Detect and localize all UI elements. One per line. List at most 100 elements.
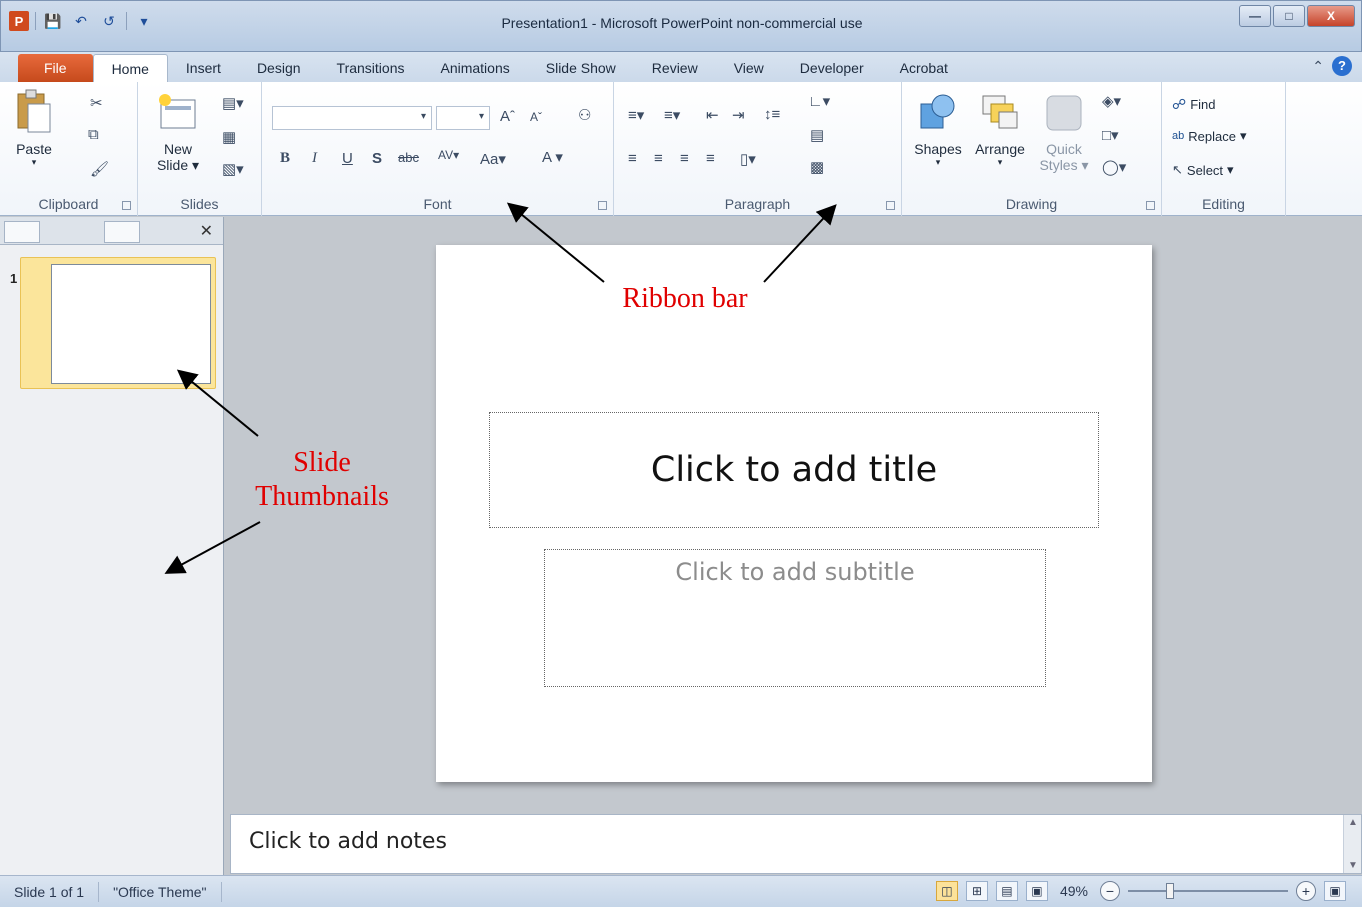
scroll-up-icon[interactable]: ▲ xyxy=(1348,817,1358,828)
slide-sorter-icon[interactable]: ⊞ xyxy=(965,881,988,901)
minimize-ribbon-icon[interactable]: ⌃ xyxy=(1312,58,1324,75)
font-group: ▾ ▾ Aˆ Aˇ ⚇ B I U S abc AV▾ Aa▾ A ▾ Font xyxy=(262,82,614,216)
tab-design[interactable]: Design xyxy=(239,54,319,82)
help-icon[interactable]: ? xyxy=(1332,56,1352,76)
line-spacing-icon[interactable]: ↕≡ xyxy=(764,106,780,123)
zoom-out-icon[interactable]: − xyxy=(1100,881,1120,901)
bullets-icon[interactable]: ≡▾ xyxy=(628,106,644,124)
cut-icon[interactable]: ✂ xyxy=(90,94,103,112)
font-color-icon[interactable]: A ▾ xyxy=(542,148,563,166)
binoculars-icon: ☍ xyxy=(1172,96,1187,112)
shape-fill-icon[interactable]: ◈▾ xyxy=(1102,92,1121,110)
scroll-down-icon[interactable]: ▼ xyxy=(1348,860,1358,871)
text-direction-icon[interactable]: ∟▾ xyxy=(808,92,830,110)
copy-icon[interactable]: ⧉ xyxy=(88,126,99,143)
underline-icon[interactable]: U xyxy=(342,150,353,167)
editing-group-label: Editing xyxy=(1202,196,1245,212)
columns-icon[interactable]: ▯▾ xyxy=(740,150,756,168)
shape-effects-icon[interactable]: ◯▾ xyxy=(1102,158,1126,176)
reading-view-icon[interactable]: ▤ xyxy=(995,881,1018,901)
decrease-indent-icon[interactable]: ⇤ xyxy=(706,106,719,124)
outline-tab[interactable] xyxy=(104,221,140,243)
notes-pane[interactable]: Click to add notes ▲ ▼ xyxy=(230,814,1362,874)
bold-icon[interactable]: B xyxy=(280,150,290,167)
grow-font-icon[interactable]: Aˆ xyxy=(500,108,515,125)
strikethrough-icon[interactable]: abc xyxy=(398,150,419,165)
tab-acrobat[interactable]: Acrobat xyxy=(882,54,966,82)
editing-group: ☍ Find ab Replace ▾ ↖ Select ▾ Editing xyxy=(1162,82,1286,216)
close-button[interactable]: X xyxy=(1307,5,1355,27)
cursor-icon: ↖ xyxy=(1172,162,1183,177)
font-dialog-launcher[interactable] xyxy=(598,201,607,210)
font-size-combobox[interactable]: ▾ xyxy=(436,106,490,130)
layout-icon[interactable]: ▤▾ xyxy=(222,94,244,112)
paste-button[interactable]: Paste ▾ xyxy=(10,88,58,168)
align-right-icon[interactable]: ≡ xyxy=(680,150,689,167)
italic-icon[interactable]: I xyxy=(312,150,317,167)
zoom-slider-handle[interactable] xyxy=(1166,883,1174,899)
shrink-font-icon[interactable]: Aˇ xyxy=(530,110,542,124)
arrange-button[interactable]: Arrange ▾ xyxy=(968,92,1032,168)
chevron-down-icon: ▾ xyxy=(420,111,426,122)
zoom-slider[interactable] xyxy=(1128,883,1288,899)
text-shadow-icon[interactable]: S xyxy=(372,150,382,167)
clipboard-group-label: Clipboard xyxy=(38,196,99,212)
tab-insert[interactable]: Insert xyxy=(168,54,239,82)
align-text-icon[interactable]: ▤ xyxy=(810,126,824,144)
status-bar: Slide 1 of 1 "Office Theme" ◫ ⊞ ▤ ▣ 49% … xyxy=(0,875,1362,907)
increase-indent-icon[interactable]: ⇥ xyxy=(732,106,745,124)
shapes-button[interactable]: Shapes ▾ xyxy=(908,92,968,168)
theme-name[interactable]: "Office Theme" xyxy=(99,881,222,902)
align-center-icon[interactable]: ≡ xyxy=(654,150,663,167)
select-button[interactable]: ↖ Select ▾ xyxy=(1172,162,1234,178)
maximize-button[interactable]: □ xyxy=(1273,5,1305,27)
zoom-level[interactable]: 49% xyxy=(1060,883,1088,899)
slide-canvas[interactable]: Click to add title Click to add subtitle xyxy=(436,245,1152,782)
new-slide-button[interactable]: New Slide ▾ xyxy=(148,92,208,174)
clear-formatting-icon[interactable]: ⚇ xyxy=(578,106,591,124)
view-and-zoom-controls: ◫ ⊞ ▤ ▣ 49% − + ▣ xyxy=(935,881,1346,901)
smartart-icon[interactable]: ▩ xyxy=(810,158,824,176)
slide-counter: Slide 1 of 1 xyxy=(0,881,100,902)
clipboard-dialog-launcher[interactable] xyxy=(122,201,131,210)
tab-review[interactable]: Review xyxy=(634,54,716,82)
slide-thumbnail[interactable] xyxy=(51,264,211,384)
numbering-icon[interactable]: ≡▾ xyxy=(664,106,680,124)
tab-slide-show[interactable]: Slide Show xyxy=(528,54,634,82)
title-bar: P 💾 ↶ ↺ ▾ Presentation1 - Microsoft Powe… xyxy=(0,0,1362,52)
subtitle-placeholder[interactable]: Click to add subtitle xyxy=(544,549,1046,687)
tab-developer[interactable]: Developer xyxy=(782,54,882,82)
slide-show-icon[interactable]: ▣ xyxy=(1025,881,1048,901)
font-name-combobox[interactable]: ▾ xyxy=(272,106,432,130)
zoom-in-icon[interactable]: + xyxy=(1296,881,1316,901)
paragraph-dialog-launcher[interactable] xyxy=(886,201,895,210)
notes-scrollbar[interactable]: ▲ ▼ xyxy=(1343,815,1361,873)
tab-file[interactable]: File xyxy=(18,54,93,82)
justify-icon[interactable]: ≡ xyxy=(706,150,715,167)
slide-thumbnail-item[interactable] xyxy=(20,257,216,389)
notes-placeholder[interactable]: Click to add notes xyxy=(249,829,447,854)
shape-outline-icon[interactable]: □▾ xyxy=(1102,126,1119,144)
slides-group-label: Slides xyxy=(180,196,219,212)
find-button[interactable]: ☍ Find xyxy=(1172,96,1215,113)
replace-button[interactable]: ab Replace ▾ xyxy=(1172,128,1246,144)
tab-transitions[interactable]: Transitions xyxy=(319,54,423,82)
align-left-icon[interactable]: ≡ xyxy=(628,150,637,167)
reset-icon[interactable]: ▦ xyxy=(222,128,236,146)
slides-tab[interactable] xyxy=(4,221,40,243)
title-placeholder[interactable]: Click to add title xyxy=(489,412,1099,528)
fit-to-window-icon[interactable]: ▣ xyxy=(1324,881,1346,901)
minimize-button[interactable]: — xyxy=(1239,5,1271,27)
tab-home[interactable]: Home xyxy=(92,54,168,82)
format-painter-icon[interactable]: 🖌 xyxy=(90,160,109,178)
quick-styles-button[interactable]: Quick Styles ▾ xyxy=(1034,92,1094,174)
normal-view-icon[interactable]: ◫ xyxy=(935,881,958,901)
character-spacing-icon[interactable]: AV▾ xyxy=(438,148,459,162)
tab-view[interactable]: View xyxy=(716,54,782,82)
tab-animations[interactable]: Animations xyxy=(422,54,527,82)
drawing-dialog-launcher[interactable] xyxy=(1146,201,1155,210)
change-case-icon[interactable]: Aa▾ xyxy=(480,150,506,168)
close-icon[interactable]: ✕ xyxy=(200,221,213,241)
paste-icon xyxy=(17,89,51,133)
section-icon[interactable]: ▧▾ xyxy=(222,160,244,178)
